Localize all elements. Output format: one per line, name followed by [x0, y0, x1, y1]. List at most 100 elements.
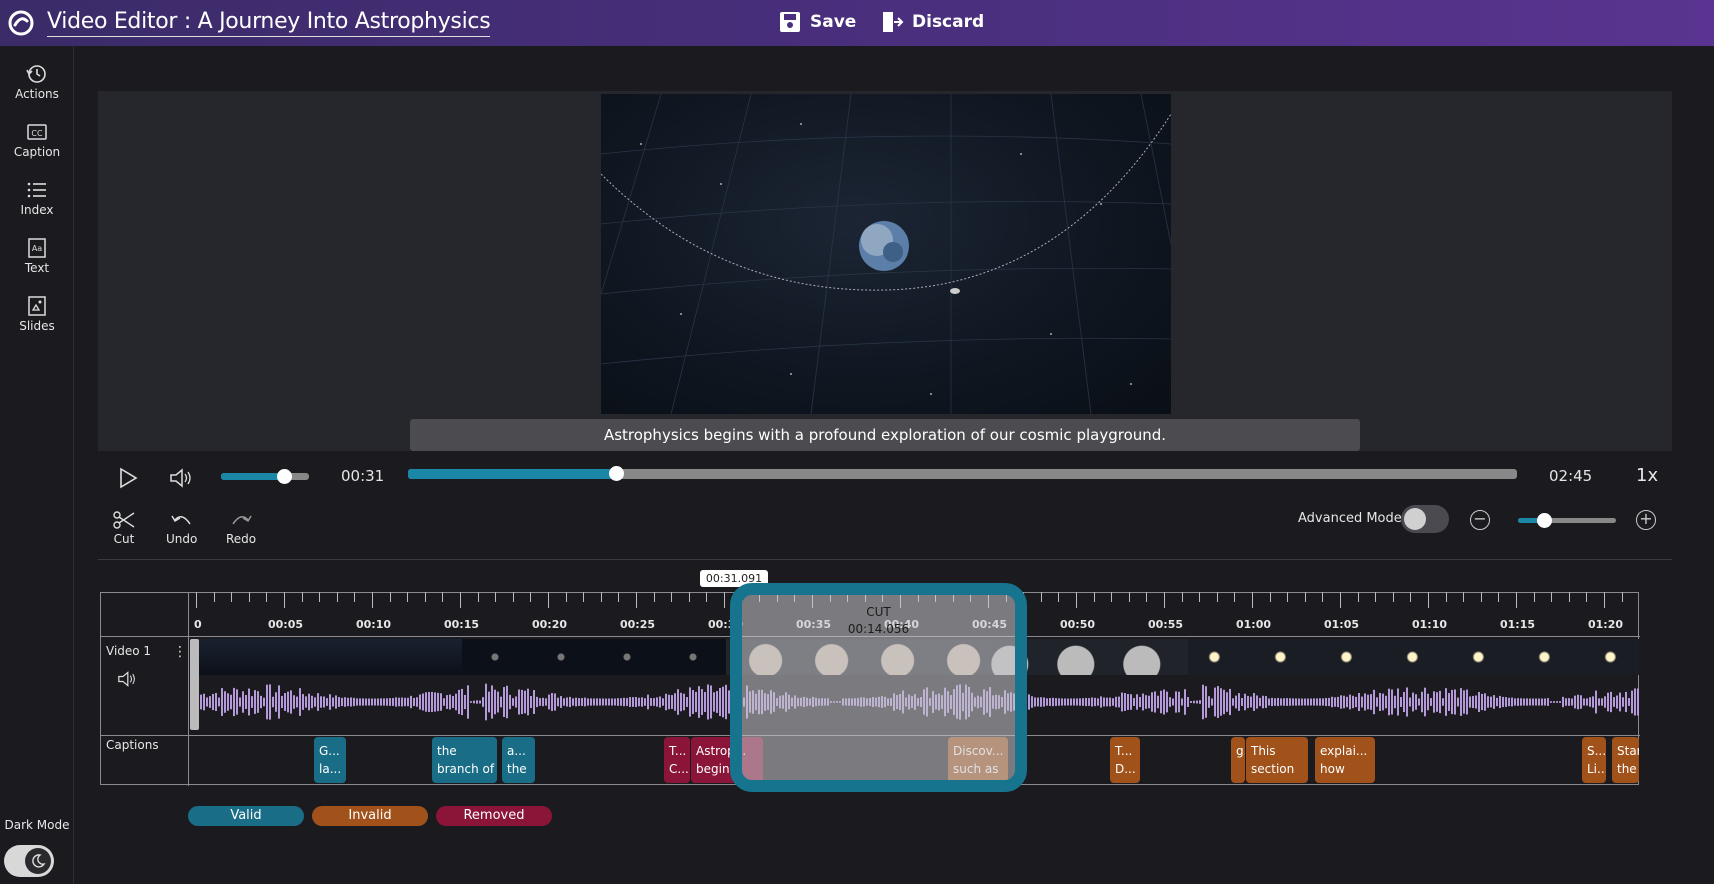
volume-button[interactable] [169, 467, 193, 493]
caption-chip[interactable]: T... D... [1110, 737, 1140, 783]
zoom-out-button[interactable]: − [1470, 510, 1490, 530]
text-icon: Aa [28, 238, 46, 258]
waveform-bar [1388, 688, 1390, 716]
video-frame[interactable] [601, 94, 1171, 414]
waveform-bar [1400, 697, 1402, 707]
zoom-in-button[interactable]: + [1636, 510, 1656, 530]
waveform-bar [1598, 698, 1600, 706]
waveform-bar [305, 696, 307, 708]
play-button[interactable] [118, 467, 138, 493]
waveform-bar [578, 698, 580, 706]
volume-slider-handle[interactable] [276, 469, 292, 484]
caption-chip-line: how [1320, 762, 1345, 776]
ruler-tick [724, 592, 725, 608]
cut-duration: 00:14.056 [847, 622, 910, 636]
waveform-bar [1241, 697, 1243, 707]
waveform-bar [1214, 687, 1216, 717]
sidebar-item-actions[interactable]: Actions [0, 63, 74, 101]
caption-chip[interactable]: explai... how [1315, 737, 1375, 783]
waveform-bar [1316, 698, 1318, 706]
waveform-bar [329, 694, 331, 710]
caption-chip[interactable]: S... Li... [1582, 737, 1606, 783]
waveform-bar [1382, 693, 1384, 711]
zoom-slider-handle[interactable] [1536, 513, 1552, 528]
waveform-bar [1124, 693, 1126, 711]
progress-slider-handle[interactable] [608, 466, 624, 481]
waveform-bar [320, 696, 322, 708]
waveform-bar [653, 698, 655, 706]
video-thumbnail [1056, 639, 1122, 675]
waveform-bar [506, 685, 508, 719]
video-thumbnail [1584, 639, 1639, 675]
sidebar-item-text[interactable]: Aa Text [0, 237, 74, 275]
sidebar-item-index[interactable]: Index [0, 179, 74, 217]
video-thumbnail [198, 639, 264, 675]
caption-chip[interactable]: the branch of [432, 737, 497, 783]
waveform-bar [1370, 694, 1372, 710]
waveform-bar [359, 698, 361, 706]
redo-button[interactable]: Redo [226, 510, 256, 546]
ruler-tick [618, 592, 620, 602]
waveform-bar [698, 686, 700, 718]
caption-chip[interactable]: T... C... [664, 737, 690, 783]
waveform-bar [1274, 698, 1276, 706]
sidebar-item-caption[interactable]: CC Caption [0, 121, 74, 159]
save-label: Save [810, 12, 857, 32]
waveform-bar [1286, 698, 1288, 706]
svg-text:CC: CC [31, 129, 43, 138]
caption-chip[interactable]: Star the [1612, 737, 1639, 783]
waveform-bar [707, 684, 709, 720]
caption-chip[interactable]: G... la... [314, 737, 346, 783]
sidebar-item-label: Caption [13, 145, 61, 159]
waveform-bar [1364, 693, 1366, 711]
track-menu-icon[interactable]: ⋮ [173, 644, 187, 660]
waveform-bar [1283, 698, 1285, 706]
ruler-tick [1199, 592, 1201, 602]
ruler-tick [1287, 592, 1289, 602]
video-thumbnail [1188, 639, 1254, 675]
waveform-bar [1136, 694, 1138, 710]
waveform-bar [1235, 695, 1237, 709]
waveform-bar [587, 698, 589, 706]
waveform-bar [641, 697, 643, 707]
ruler-label: 00:25 [620, 618, 656, 631]
playback-speed-button[interactable]: 1x [1636, 465, 1658, 486]
waveform-bar [644, 698, 646, 706]
caption-chip[interactable]: This section [1246, 737, 1308, 783]
dark-mode-toggle[interactable] [4, 845, 54, 877]
minus-icon: − [1473, 509, 1487, 528]
video-thumbnail [462, 639, 528, 675]
waveform-bar [1343, 695, 1345, 709]
waveform-bar [1406, 687, 1408, 717]
waveform-bar [1487, 696, 1489, 708]
sidebar: Actions CC Caption Index Aa Text Slides … [0, 46, 74, 884]
track-volume-button[interactable] [116, 670, 138, 692]
waveform-bar [494, 689, 496, 715]
waveform-bar [1109, 697, 1111, 707]
ruler-tick [706, 592, 708, 602]
ruler-tick [583, 592, 585, 602]
waveform-bar [410, 695, 412, 709]
undo-label: Undo [166, 532, 198, 546]
cut-selection[interactable]: CUT 00:14.056 [730, 583, 1027, 792]
video-thumbnail [1452, 639, 1518, 675]
waveform-bar [608, 698, 610, 706]
caption-chip-line: section [1251, 762, 1295, 776]
sidebar-item-label: Actions [15, 87, 59, 101]
sidebar-item-slides[interactable]: Slides [0, 295, 74, 333]
waveform-bar [1535, 698, 1537, 706]
caption-chip[interactable]: a... the [502, 737, 535, 783]
discard-button[interactable]: Discard [880, 10, 984, 34]
discard-label: Discard [912, 12, 985, 32]
cut-button[interactable]: Cut [112, 510, 136, 546]
waveform-bar [695, 691, 697, 713]
undo-button[interactable]: Undo [166, 510, 197, 546]
waveform-bar [1493, 695, 1495, 709]
waveform-bar [1334, 697, 1336, 707]
waveform-bar [1340, 695, 1342, 709]
caption-chip[interactable]: g... [1231, 737, 1245, 783]
waveform-bar [503, 687, 505, 717]
waveform-bar [1415, 694, 1417, 710]
advanced-mode-toggle[interactable] [1401, 505, 1449, 533]
save-button[interactable]: Save [778, 10, 856, 34]
